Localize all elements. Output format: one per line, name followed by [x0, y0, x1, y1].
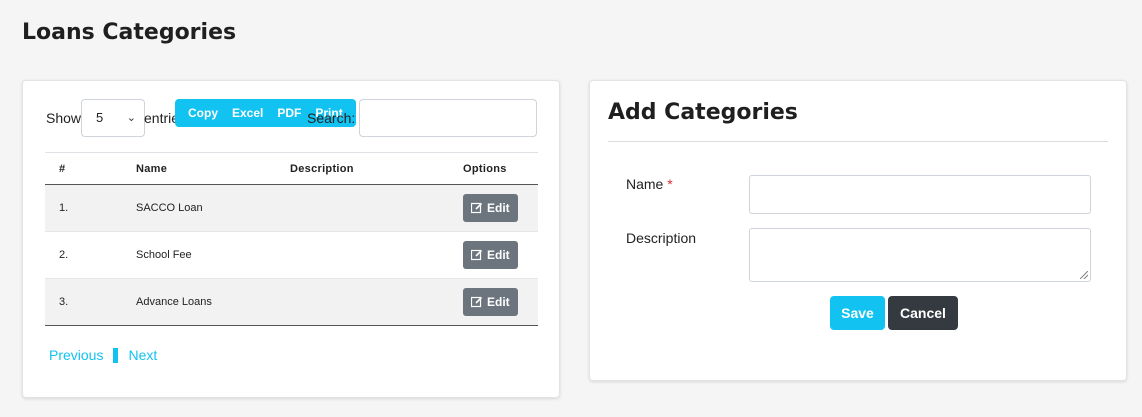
column-header-options[interactable]: Options [449, 152, 538, 185]
required-marker: * [667, 176, 673, 192]
row-number: 1. [45, 184, 122, 232]
edit-button[interactable]: Edit [463, 194, 518, 222]
row-description [276, 231, 449, 279]
excel-button[interactable]: Excel [225, 106, 270, 120]
table-row: 3. Advance Loans Edit [45, 278, 538, 326]
current-page-indicator[interactable] [113, 347, 119, 363]
row-options: Edit [449, 278, 538, 326]
form-divider [608, 141, 1108, 142]
column-header-name[interactable]: Name [122, 152, 276, 185]
entries-per-page-select[interactable]: 5 ⌄ [81, 99, 145, 137]
form-title: Add Categories [608, 100, 798, 125]
row-number: 3. [45, 278, 122, 326]
previous-page-link[interactable]: Previous [49, 347, 103, 363]
edit-label: Edit [487, 248, 510, 262]
show-label: Show [46, 110, 82, 126]
add-category-card: Add Categories Name * Description Save C… [589, 80, 1127, 381]
row-options: Edit [449, 231, 538, 279]
edit-icon [471, 249, 483, 261]
description-label: Description [626, 230, 697, 246]
row-options: Edit [449, 184, 538, 232]
search-label: Search: [307, 110, 356, 126]
pagination: Previous Next [49, 347, 157, 363]
edit-label: Edit [487, 201, 510, 215]
search-input[interactable] [359, 99, 537, 137]
name-field[interactable] [749, 175, 1091, 214]
cancel-button[interactable]: Cancel [888, 296, 958, 330]
page-title: Loans Categories [22, 20, 237, 45]
edit-icon [471, 296, 483, 308]
description-field[interactable] [749, 228, 1091, 282]
table-header-row: # Name Description Options [45, 152, 538, 185]
row-number: 2. [45, 231, 122, 279]
resize-handle-icon[interactable] [1080, 271, 1088, 279]
edit-button[interactable]: Edit [463, 241, 518, 269]
row-name: School Fee [122, 231, 276, 279]
name-label: Name * [626, 176, 673, 192]
column-header-description[interactable]: Description [276, 152, 449, 185]
categories-table: # Name Description Options 1. SACCO Loan… [45, 152, 538, 326]
row-description [276, 278, 449, 326]
categories-list-card: Show 5 ⌄ entries Copy Excel PDF Print Se… [22, 80, 560, 398]
next-page-link[interactable]: Next [128, 347, 157, 363]
row-description [276, 184, 449, 232]
column-header-number[interactable]: # [45, 152, 122, 185]
copy-button[interactable]: Copy [181, 106, 225, 120]
edit-icon [471, 202, 483, 214]
table-row: 2. School Fee Edit [45, 231, 538, 279]
table-row: 1. SACCO Loan Edit [45, 184, 538, 232]
edit-button[interactable]: Edit [463, 288, 518, 316]
row-name: SACCO Loan [122, 184, 276, 232]
edit-label: Edit [487, 295, 510, 309]
chevron-down-icon: ⌄ [126, 112, 136, 124]
entries-select-value: 5 [96, 110, 104, 125]
row-name: Advance Loans [122, 278, 276, 326]
save-button[interactable]: Save [830, 296, 885, 330]
pdf-button[interactable]: PDF [270, 106, 308, 120]
name-label-text: Name [626, 176, 664, 192]
